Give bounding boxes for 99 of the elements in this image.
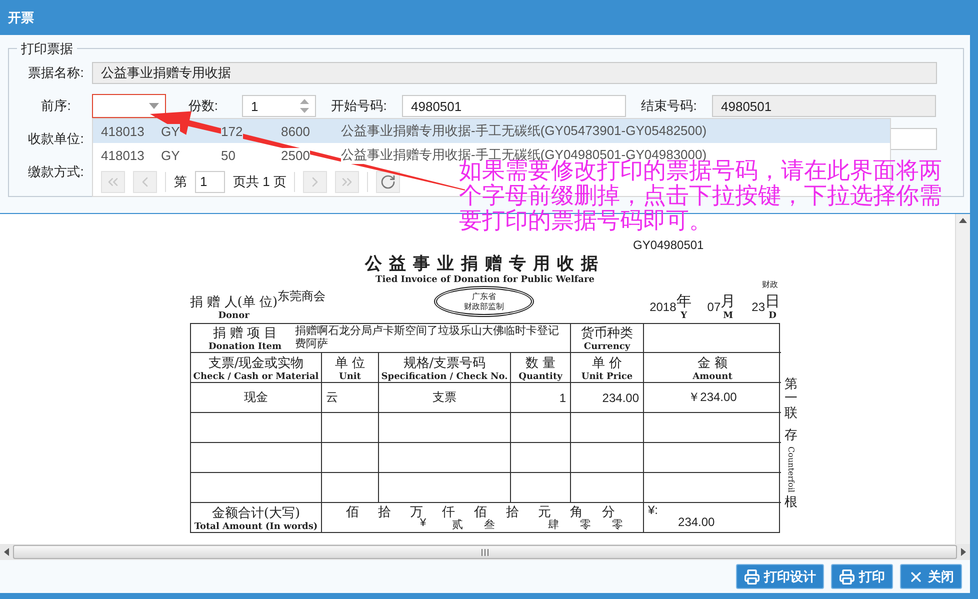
amount-digit: 叁 [484, 518, 495, 532]
field-label: 结束号码: [641, 97, 697, 115]
field-label: 缴款方式: [28, 163, 84, 181]
refresh-icon [380, 174, 396, 190]
field-label: 货币种类 [581, 325, 633, 342]
date-unit: 月 [720, 292, 736, 311]
table-cell: 支票 [432, 389, 456, 406]
date-unit-en: Y [680, 311, 687, 321]
empty-cell [322, 473, 379, 503]
ticket-name-field: 公益事业捐赠专用收据 [92, 62, 937, 84]
corner-mark: 财政 [762, 280, 778, 289]
field-label-en: Donor [218, 311, 250, 321]
place-unit: 万 [410, 504, 423, 520]
serial-number: GY04980501 [633, 238, 704, 252]
stub-label: 存 [784, 428, 798, 444]
end-number-field: 4980501 [712, 95, 936, 117]
column-header-en: Amount [692, 372, 732, 382]
stub-label-en: Counterfoil [786, 446, 796, 493]
table-cell: 1 [559, 390, 566, 404]
stamp-text: 财政部监制 [464, 302, 504, 311]
copy-label: 第一联 [784, 378, 798, 421]
field-label: 份数: [188, 97, 218, 115]
column-header-en: Check / Cash or Material [193, 372, 319, 382]
receipt-title: 公益事业捐赠专用收据 [365, 253, 605, 275]
field-label: 前序: [41, 97, 71, 115]
start-number-field[interactable]: 4980501 [402, 95, 626, 117]
place-unit: 拾 [378, 504, 391, 521]
table-cell: 云 [326, 389, 338, 406]
column-header: 支票/现金或实物 [208, 354, 304, 372]
amount-digit: 零 [612, 518, 623, 532]
spinner-arrows-icon [300, 98, 309, 114]
caret-icon [149, 103, 159, 109]
print-button[interactable]: 打印 [831, 564, 893, 589]
place-unit: 拾 [506, 504, 519, 521]
printer-icon [839, 568, 855, 584]
table-cell: 234.00 [602, 390, 639, 404]
column-header: 金 额 [697, 354, 728, 372]
date-unit-en: D [768, 311, 776, 321]
column-header-en: Specification / Check No. [381, 372, 508, 382]
column-header: 单 价 [592, 354, 622, 372]
prefix-dropdown[interactable] [92, 94, 166, 118]
column-header: 规格/支票号码 [403, 354, 486, 372]
date-unit-en: M [723, 311, 734, 321]
stamp-text: 广东省 [472, 292, 496, 301]
column-header-en: Quantity [518, 372, 562, 382]
place-unit: 佰 [346, 504, 359, 521]
donation-item-value: 捐赠啊石龙分局卢卡斯空间了垃圾乐山大佛临时卡登记费阿萨 [295, 325, 560, 351]
scroll-right-icon[interactable] [961, 548, 966, 556]
dropdown-option[interactable]: 418013 GY 172 8600 公益事业捐赠专用收据-手工无碳纸(GY05473901-GY05482500) [93, 119, 890, 143]
total-amount: 234.00 [678, 515, 715, 529]
close-button[interactable]: 关闭 [900, 564, 962, 589]
window-title: 开票 [8, 8, 34, 26]
amount-digit: 零 [580, 518, 591, 532]
place-unit: 仟 [442, 504, 455, 520]
column-header: 数 量 [525, 354, 556, 372]
field-label: 开始号码: [331, 97, 387, 115]
empty-cell [511, 473, 571, 503]
column-header: 单 位 [334, 354, 366, 372]
scroll-up-icon[interactable] [959, 218, 967, 223]
date-value: 23 [752, 300, 765, 314]
amount-digit: 肆 [548, 518, 559, 532]
page-label: 第 [174, 172, 187, 190]
place-unit: 分 [602, 504, 615, 520]
place-unit: 佰 [474, 504, 487, 520]
page-field[interactable]: 1 [195, 170, 225, 192]
amount-digit: ¥ [420, 517, 426, 529]
date-unit: 年 [676, 292, 692, 311]
field-label: 捐 赠 人(单 位) [190, 294, 278, 311]
date-value: 2018 [650, 300, 676, 314]
column-header-en: Unit [339, 372, 361, 382]
scroll-left-icon[interactable] [4, 548, 9, 556]
currency-symbol: ¥: [648, 503, 658, 517]
field-label: 票据名称: [28, 64, 84, 82]
date-unit: 日 [765, 292, 780, 311]
print-button[interactable]: 打印设计 [736, 564, 824, 589]
table-cell: 现金 [244, 389, 268, 406]
place-unit: 元 [538, 504, 551, 520]
amount-digit: 贰 [452, 518, 463, 532]
group-legend: 打印票据 [17, 40, 77, 58]
date-value: 07 [707, 300, 721, 314]
field-label-en: Currency [584, 342, 630, 352]
field-label: 捐 赠 项 目 [212, 325, 278, 342]
empty-cell [511, 443, 571, 473]
place-unit: 角 [570, 504, 583, 520]
empty-cell [322, 443, 379, 473]
donor-value: 东莞商会 [278, 288, 326, 305]
table-cell: ￥234.00 [688, 389, 737, 406]
page-total: 页共 1 页 [233, 172, 286, 190]
copies-spinner[interactable]: 1 [242, 95, 316, 117]
refresh-page-button[interactable] [376, 170, 400, 192]
field-label-en: Total Amount (In words) [194, 522, 318, 532]
printer-icon [744, 568, 760, 584]
grip-icon [481, 548, 489, 556]
field-label-en: Donation Item [208, 342, 282, 352]
column-header-en: Unit Price [581, 372, 633, 382]
field-label: 金额合计(大写) [212, 504, 300, 522]
stub-label: 根 [784, 496, 798, 510]
field-label: 收款单位: [28, 130, 84, 148]
receipt-subtitle: Tied Invoice of Donation for Public Welfare [376, 275, 594, 285]
